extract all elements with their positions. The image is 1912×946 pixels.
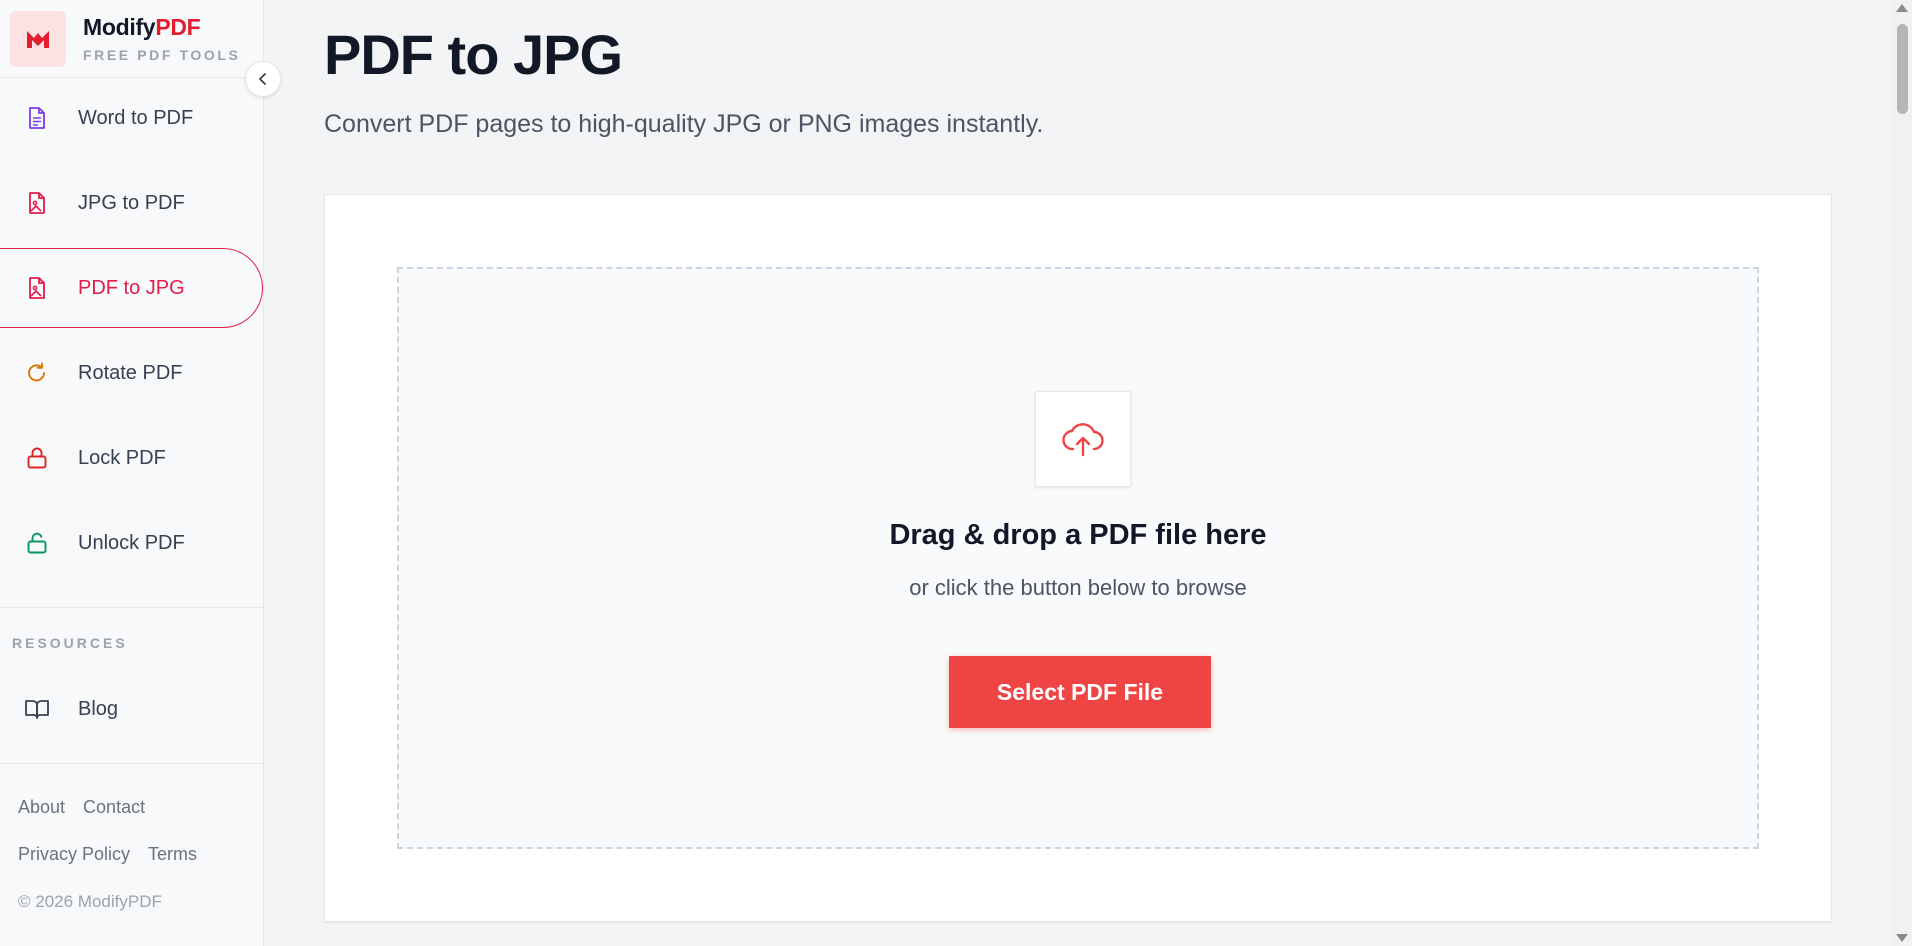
scroll-down-arrow-icon[interactable] [1896,934,1908,942]
upload-icon-box [1035,391,1131,487]
file-dropzone[interactable]: Drag & drop a PDF file here or click the… [397,267,1759,849]
rotate-icon [24,360,50,386]
file-image-icon [24,275,50,301]
chevron-left-icon [259,73,266,85]
cloud-upload-icon [1062,423,1104,457]
main-content: PDF to JPG Convert PDF pages to high-qua… [264,0,1892,946]
sidebar-item-rotate-pdf[interactable]: Rotate PDF [0,333,263,413]
sidebar-item-label: Blog [78,697,119,720]
sidebar-item-label: Lock PDF [78,446,166,469]
page-title: PDF to JPG [324,23,623,86]
upload-card: Drag & drop a PDF file here or click the… [324,194,1832,922]
sidebar-item-jpg-to-pdf[interactable]: JPG to PDF [0,163,263,243]
sidebar-item-label: Rotate PDF [78,361,183,384]
privacy-policy-link[interactable]: Privacy Policy [18,844,130,865]
scrollbar-thumb[interactable] [1897,24,1908,114]
sidebar: ModifyPDF FREE PDF TOOLS Word to PDF JPG… [0,0,281,946]
sidebar-item-label: Word to PDF [78,106,194,129]
sidebar-item-blog[interactable]: Blog [0,669,263,749]
brand-name-main: Modify [83,14,156,40]
sidebar-item-word-to-pdf[interactable]: Word to PDF [0,78,263,158]
copyright-text: © 2026 ModifyPDF [18,892,162,911]
brand-tagline: FREE PDF TOOLS [83,47,241,63]
sidebar-item-pdf-to-jpg[interactable]: PDF to JPG [0,248,263,328]
terms-link[interactable]: Terms [148,844,197,865]
book-open-icon [24,696,50,722]
dropzone-title: Drag & drop a PDF file here [889,519,1267,551]
brand-name[interactable]: ModifyPDF [83,14,241,41]
about-link[interactable]: About [18,797,65,818]
contact-link[interactable]: Contact [83,797,145,818]
sidebar-item-unlock-pdf[interactable]: Unlock PDF [0,503,263,583]
file-text-icon [24,105,50,131]
brand-name-accent: PDF [155,14,201,40]
page-scrollbar[interactable] [1892,0,1912,946]
select-pdf-file-button[interactable]: Select PDF File [949,656,1211,728]
brand-header: ModifyPDF FREE PDF TOOLS [0,0,281,97]
sidebar-item-label: Unlock PDF [78,531,185,554]
modifypdf-logo-icon[interactable] [10,10,66,67]
unlock-icon [24,530,50,556]
sidebar-divider [0,607,263,608]
collapse-sidebar-button[interactable] [245,61,281,97]
footer-links: About Contact Privacy Policy Terms [0,797,263,865]
lock-icon [24,445,50,471]
sidebar-item-lock-pdf[interactable]: Lock PDF [0,418,263,498]
page-subtitle: Convert PDF pages to high-quality JPG or… [324,110,1044,138]
file-image-icon [24,190,50,216]
scroll-up-arrow-icon[interactable] [1896,4,1908,12]
dropzone-subtitle: or click the button below to browse [909,575,1247,600]
sidebar-item-label: PDF to JPG [78,276,185,299]
sidebar-nav: Word to PDF JPG to PDF PDF to JPG Rotate… [0,78,263,583]
resources-section-label: RESOURCES [12,635,128,651]
footer-divider [0,763,263,764]
sidebar-item-label: JPG to PDF [78,191,185,214]
